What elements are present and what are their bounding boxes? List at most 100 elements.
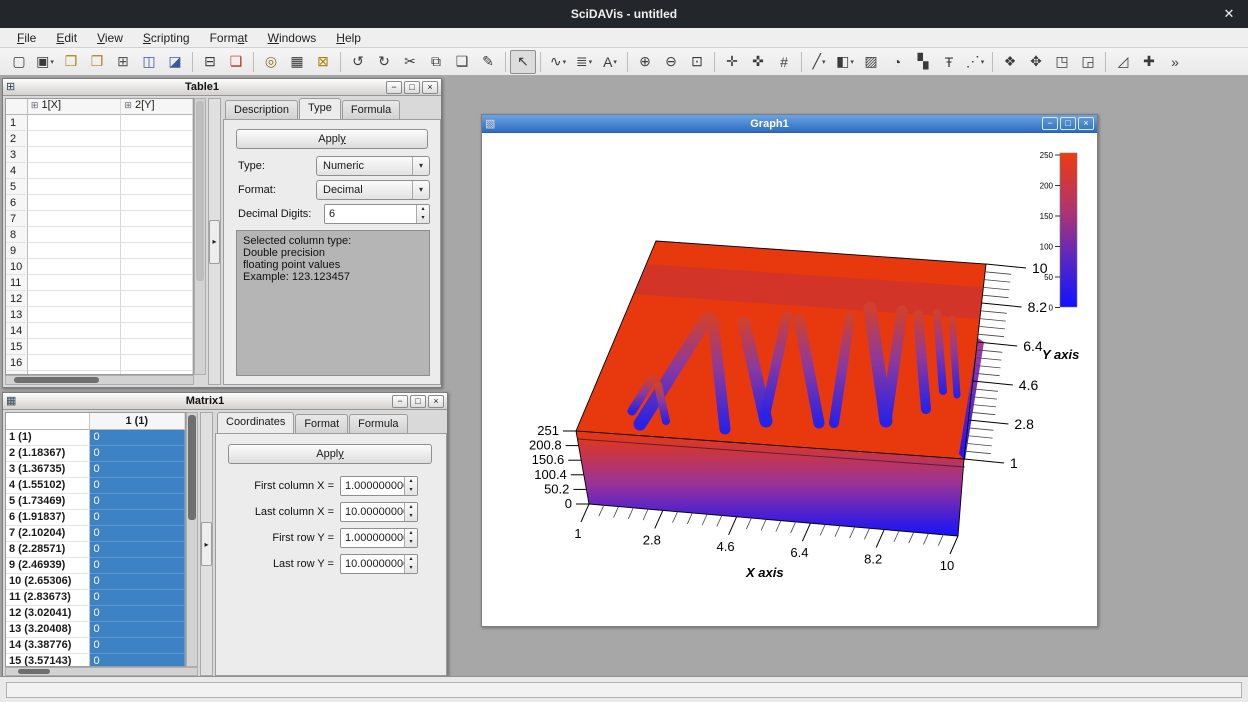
resize-layer-icon[interactable]: ◿: [1110, 50, 1136, 74]
toolbar-overflow-icon[interactable]: »: [1162, 50, 1188, 74]
copy-icon[interactable]: ⧉: [423, 50, 449, 74]
box-plot-icon[interactable]: Ŧ: [936, 50, 962, 74]
draw-line-icon[interactable]: ╱▾: [806, 50, 832, 74]
matrix1-row-header[interactable]: 10 (2.65306): [6, 574, 90, 590]
spinner-arrows-icon[interactable]: ▴▾: [404, 503, 417, 521]
menu-item-scripting[interactable]: Scripting: [134, 29, 199, 47]
table-cell[interactable]: [121, 147, 193, 163]
cursor-select-icon[interactable]: ✜: [745, 50, 771, 74]
matrix1-row-header[interactable]: 2 (1.18367): [6, 446, 90, 462]
pointer-icon[interactable]: ↖: [510, 50, 536, 74]
matrix1-grid[interactable]: 1 (1)1 (1)02 (1.18367)03 (1.36735)04 (1.…: [5, 412, 186, 667]
line-style-icon[interactable]: ≣▾: [571, 50, 597, 74]
matrix-cell-selected[interactable]: 0: [90, 478, 185, 494]
format-combobox[interactable]: Decimal ▾: [316, 180, 430, 200]
redo-icon[interactable]: ↻: [371, 50, 397, 74]
spinner-arrows-icon[interactable]: ▴▾: [404, 477, 417, 495]
table1-hscrollbar[interactable]: [5, 375, 194, 385]
import-ascii-icon[interactable]: ⊞: [110, 50, 136, 74]
open-project-icon[interactable]: ❒: [58, 50, 84, 74]
add-image-icon[interactable]: ▨: [858, 50, 884, 74]
table1-grid[interactable]: ⊞ 1[X]⊞ 2[Y]1234567891011121314151617: [5, 98, 194, 375]
menu-item-view[interactable]: View: [88, 29, 132, 47]
matrix1-minimize-button[interactable]: −: [392, 395, 408, 408]
curve-style-icon[interactable]: ∿▾: [545, 50, 571, 74]
collapse-arrow-icon[interactable]: ▸: [201, 522, 212, 566]
plot-canvas[interactable]: 251200.8150.6100.450.2012.84.66.48.210X …: [482, 133, 1097, 626]
matrix1-hscrollbar[interactable]: [5, 667, 198, 676]
vector-plot-icon[interactable]: ⋰▾: [962, 50, 988, 74]
table-cell[interactable]: [28, 227, 121, 243]
table-cell[interactable]: [28, 163, 121, 179]
table1-row-number[interactable]: 8: [6, 227, 28, 243]
matrix1-row-header[interactable]: 4 (1.55102): [6, 478, 90, 494]
table1-tab-formula[interactable]: Formula: [342, 100, 400, 119]
table1-row-number[interactable]: 9: [6, 243, 28, 259]
table1-row-number[interactable]: 5: [6, 179, 28, 195]
table-cell[interactable]: [121, 211, 193, 227]
menu-item-edit[interactable]: Edit: [47, 29, 86, 47]
table1-row-number[interactable]: 11: [6, 275, 28, 291]
spinner-arrows-icon[interactable]: ▴▾: [404, 555, 417, 573]
project-explorer-icon[interactable]: ◎: [258, 50, 284, 74]
matrix1-column-header[interactable]: 1 (1): [90, 413, 185, 430]
table-cell[interactable]: [121, 115, 193, 131]
pie-chart-icon[interactable]: ◔: [884, 50, 910, 74]
graph1-minimize-button[interactable]: −: [1042, 117, 1058, 130]
table1-row-number[interactable]: 4: [6, 163, 28, 179]
matrix-cell-selected[interactable]: 0: [90, 494, 185, 510]
matrix-cell-selected[interactable]: 0: [90, 558, 185, 574]
edit-icon[interactable]: ✎: [475, 50, 501, 74]
matrix1-vscroll-thumb[interactable]: [188, 415, 196, 520]
lock-icon[interactable]: ⊠: [310, 50, 336, 74]
table-cell[interactable]: [121, 275, 193, 291]
table1-row-number[interactable]: 1: [6, 115, 28, 131]
table1-vscrollbar[interactable]: [194, 98, 206, 375]
matrix1-titlebar[interactable]: ▦ Matrix1 − □ ×: [3, 393, 447, 410]
table-cell[interactable]: [121, 179, 193, 195]
decimal-digits-spinbox[interactable]: 6 ▴▾: [324, 204, 430, 224]
table1-titlebar[interactable]: ⊞ Table1 − □ ×: [3, 79, 441, 96]
app-titlebar[interactable]: SciDAVis - untitled ✕: [0, 0, 1248, 28]
matrix-cell-selected[interactable]: 0: [90, 542, 185, 558]
table-cell[interactable]: [28, 195, 121, 211]
table-cell[interactable]: [28, 259, 121, 275]
add-chart-icon[interactable]: ◧▾: [832, 50, 858, 74]
matrix1-tab-coordinates[interactable]: Coordinates: [217, 412, 294, 433]
matrix-cell-selected[interactable]: 0: [90, 510, 185, 526]
matrix1-vscrollbar[interactable]: [186, 412, 198, 667]
graph1-maximize-button[interactable]: □: [1060, 117, 1076, 130]
matrix-cell-selected[interactable]: 0: [90, 462, 185, 478]
contour-3d-icon[interactable]: ✥: [1023, 50, 1049, 74]
matrix1-hscroll-thumb[interactable]: [18, 669, 50, 674]
table1-vscroll-thumb[interactable]: [196, 101, 204, 281]
copy-window-icon[interactable]: ◳: [1049, 50, 1075, 74]
matrix-cell-selected[interactable]: 0: [90, 606, 185, 622]
matrix1-row-header[interactable]: 14 (3.38776): [6, 638, 90, 654]
matrix-cell-selected[interactable]: 0: [90, 430, 185, 446]
app-close-icon[interactable]: ✕: [1220, 6, 1238, 22]
matrix-cell-selected[interactable]: 0: [90, 622, 185, 638]
table-cell[interactable]: [28, 115, 121, 131]
spinner-arrows-icon[interactable]: ▴▾: [416, 205, 429, 223]
new-project-icon[interactable]: ▢: [6, 50, 32, 74]
menu-item-help[interactable]: Help: [327, 29, 370, 47]
table1-row-number[interactable]: 13: [6, 307, 28, 323]
table1-tab-description[interactable]: Description: [225, 100, 298, 119]
table1-row-number[interactable]: 14: [6, 323, 28, 339]
show-table-icon[interactable]: ▦: [284, 50, 310, 74]
coordinate-spinbox[interactable]: 1.000000000▴▾: [340, 528, 418, 548]
save-template-icon[interactable]: ◪: [162, 50, 188, 74]
matrix1-close-button[interactable]: ×: [428, 395, 444, 408]
table1-tab-type[interactable]: Type: [299, 98, 341, 119]
matrix1-apply-button[interactable]: Apply: [228, 444, 432, 464]
cut-icon[interactable]: ✂: [397, 50, 423, 74]
table-cell[interactable]: [28, 291, 121, 307]
matrix-cell-selected[interactable]: 0: [90, 446, 185, 462]
table-cell[interactable]: [121, 323, 193, 339]
table1-row-number[interactable]: 15: [6, 339, 28, 355]
cursor-pointer-icon[interactable]: ✛: [719, 50, 745, 74]
coordinate-spinbox[interactable]: 10.00000000▴▾: [340, 502, 418, 522]
table1-row-number[interactable]: 10: [6, 259, 28, 275]
table1-hscroll-thumb[interactable]: [14, 377, 99, 383]
